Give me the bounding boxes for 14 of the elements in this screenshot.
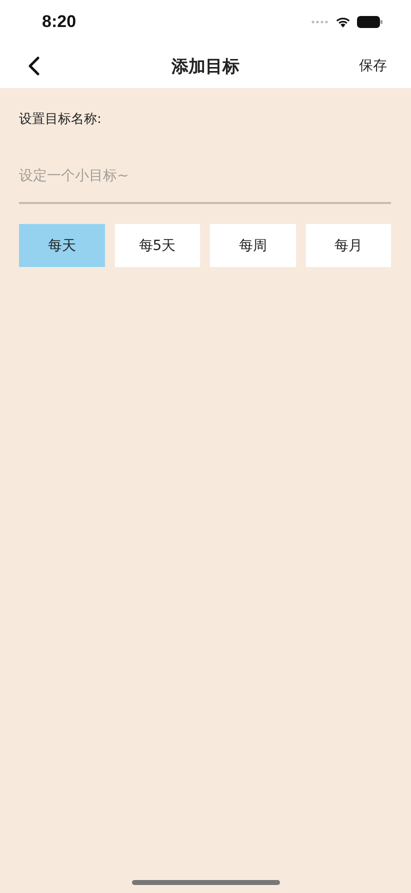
field-label: 设置目标名称:	[19, 111, 102, 128]
back-button[interactable]	[26, 54, 42, 78]
goal-name-field[interactable]: 设定一个小目标~	[19, 160, 391, 204]
frequency-option[interactable]: 每月	[306, 224, 391, 267]
status-time: 8:20	[42, 12, 76, 32]
wifi-icon	[335, 16, 351, 28]
frequency-option[interactable]: 每周	[210, 224, 296, 267]
frequency-option[interactable]: 每5天	[114, 224, 200, 267]
signal-icon	[311, 20, 329, 24]
save-button[interactable]: 保存	[355, 53, 391, 79]
battery-icon	[357, 16, 383, 28]
frequency-option[interactable]: 每天	[19, 224, 104, 267]
page-title: 添加目标	[172, 56, 240, 76]
back-icon	[28, 56, 40, 76]
